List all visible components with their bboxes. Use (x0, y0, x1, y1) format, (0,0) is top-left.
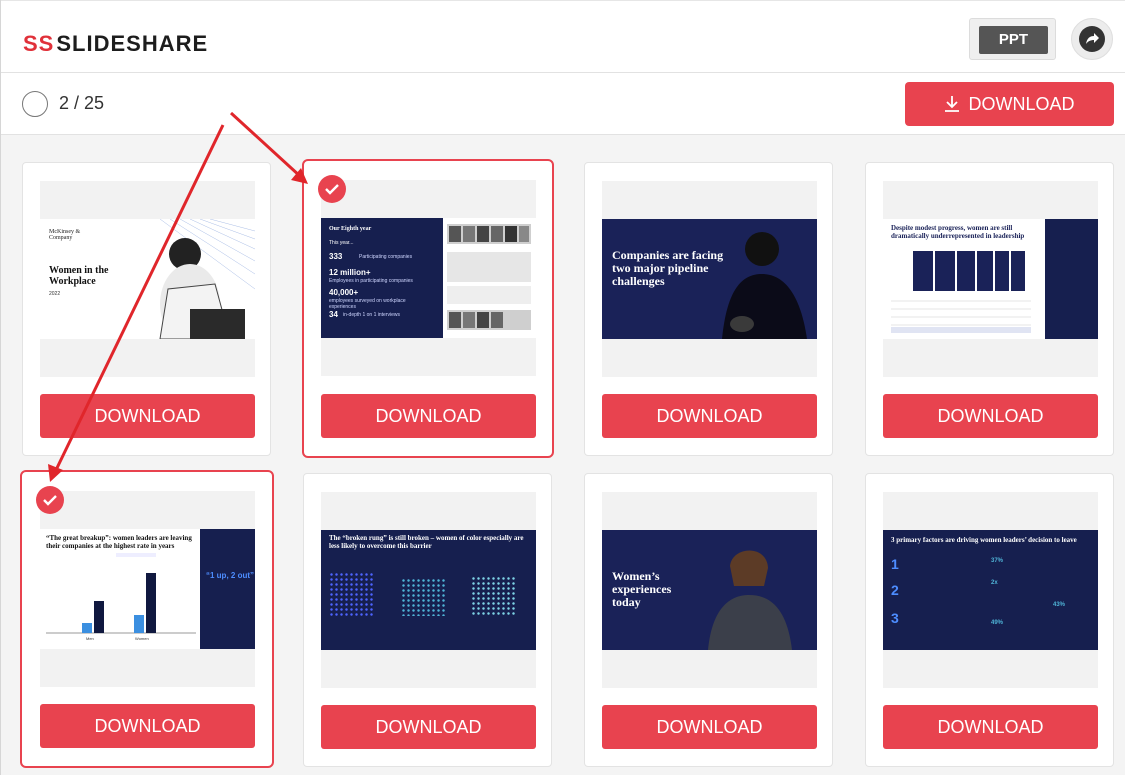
slide-thumbnail[interactable]: The “broken rung” is still broken – wome… (321, 492, 536, 688)
percent-3: 43% (1053, 602, 1066, 608)
slide-title: Women’s experiences today (612, 569, 672, 609)
factor-number-1: 1 (891, 556, 899, 572)
dot-grid-2 (401, 578, 447, 616)
top-header: SS SLIDESHARE PPT (1, 0, 1125, 73)
slide-heading: Our Eighth year (329, 226, 372, 232)
slide-card-3[interactable]: Companies are facing two major pipeline … (584, 162, 833, 456)
ppt-format-button[interactable]: PPT (969, 18, 1056, 60)
slide-preview: The “broken rung” is still broken – wome… (321, 530, 536, 650)
slide-thumbnail[interactable]: “The great breakup”: women leaders are l… (40, 491, 255, 687)
download-button[interactable]: DOWNLOAD (883, 705, 1098, 749)
slide-title: 3 primary factors are driving women lead… (891, 536, 1077, 544)
stat-1-text: Participating companies (359, 254, 413, 260)
slide-preview: Despite modest progress, women are still… (883, 219, 1098, 339)
slide-thumbnail[interactable]: Our Eighth year This year... 333 Partici… (321, 180, 536, 376)
stat-3-text: employees surveyed on workplace experien… (329, 298, 406, 310)
slide-thumbnail[interactable]: McKinsey & Company Women in the Workplac… (40, 181, 255, 377)
stat-1-value: 333 (329, 252, 343, 261)
stat-2-text: Employees in participating companies (329, 278, 413, 284)
slide-preview: Companies are facing two major pipeline … (602, 219, 817, 339)
slide-thumbnail[interactable]: Companies are facing two major pipeline … (602, 181, 817, 377)
slide-preview: “The great breakup”: women leaders are l… (40, 529, 255, 649)
slide-year: 2022 (49, 291, 61, 297)
percent-2: 2x (991, 580, 998, 586)
participant-photos (447, 224, 531, 330)
slide-title: “The great breakup”: women leaders are l… (46, 534, 192, 550)
download-button[interactable]: DOWNLOAD (321, 705, 536, 749)
selected-check-icon[interactable] (318, 175, 346, 203)
selection-toolbar: 2 / 25 DOWNLOAD (1, 73, 1125, 135)
slide-card-1[interactable]: McKinsey & Company Women in the Workplac… (22, 162, 271, 456)
download-button[interactable]: DOWNLOAD (321, 394, 536, 438)
download-button[interactable]: DOWNLOAD (602, 705, 817, 749)
slide-preview: McKinsey & Company Women in the Workplac… (40, 219, 255, 339)
selection-counter: 2 / 25 (59, 93, 105, 113)
stat-4-text: in-depth 1 on 1 interviews (343, 312, 400, 318)
callout: “1 up, 2 out” (206, 571, 254, 580)
slide-card-2[interactable]: Our Eighth year This year... 333 Partici… (302, 159, 554, 458)
download-button[interactable]: DOWNLOAD (40, 704, 255, 748)
download-selected-button[interactable]: DOWNLOAD (905, 82, 1114, 126)
slide-card-4[interactable]: Despite modest progress, women are still… (865, 162, 1114, 456)
stat-3-value: 40,000+ (329, 288, 359, 297)
percent-1: 37% (991, 558, 1004, 564)
slide-title: Companies are facing two major pipeline … (612, 248, 724, 288)
slide-thumbnail[interactable]: Despite modest progress, women are still… (883, 181, 1098, 377)
stat-2-value: 12 million+ (329, 268, 371, 277)
selected-check-icon[interactable] (36, 486, 64, 514)
factor-number-3: 3 (891, 610, 899, 626)
select-all-checkbox[interactable] (22, 91, 48, 117)
pipeline-table-graphic (891, 251, 1031, 333)
download-icon (945, 96, 960, 112)
factor-number-2: 2 (891, 582, 899, 598)
slide-title: Despite modest progress, women are still… (891, 224, 1025, 240)
slide-preview: Women’s experiences today (602, 530, 817, 650)
slide-preview: 3 primary factors are driving women lead… (883, 530, 1098, 650)
slide-preview: Our Eighth year This year... 333 Partici… (321, 218, 536, 338)
slide-title: Women in the Workplace (49, 265, 109, 287)
stat-4-value: 34 (329, 310, 338, 319)
slideshare-logo[interactable]: SS SLIDESHARE (23, 31, 208, 57)
slide-thumbnail[interactable]: Women’s experiences today (602, 492, 817, 688)
slide-card-6[interactable]: The “broken rung” is still broken – wome… (303, 473, 552, 767)
download-selected-label: DOWNLOAD (968, 93, 1075, 114)
slideshare-download-page: SS SLIDESHARE PPT 2 / 25 DOWNLOAD McKins… (0, 0, 1125, 775)
slide-thumbnail[interactable]: 3 primary factors are driving women lead… (883, 492, 1098, 688)
slide-card-8[interactable]: 3 primary factors are driving women lead… (865, 473, 1114, 767)
slide-sub: This year... (329, 240, 354, 246)
slide-card-5[interactable]: “The great breakup”: women leaders are l… (20, 470, 274, 768)
share-icon (1079, 26, 1105, 52)
ppt-label: PPT (979, 26, 1048, 54)
brand-label: McKinsey & Company (49, 229, 81, 241)
logo-mark: SS (23, 31, 55, 56)
slide-title: The “broken rung” is still broken – wome… (329, 534, 524, 550)
dot-grid-3 (471, 576, 517, 616)
share-button[interactable] (1071, 18, 1113, 60)
category-women: Women (135, 636, 149, 641)
dot-grid-1 (329, 572, 375, 616)
download-button[interactable]: DOWNLOAD (40, 394, 255, 438)
download-button[interactable]: DOWNLOAD (883, 394, 1098, 438)
logo-text: SLIDESHARE (56, 31, 209, 56)
attrition-bar-chart (46, 553, 196, 634)
download-button[interactable]: DOWNLOAD (602, 394, 817, 438)
slide-card-7[interactable]: Women’s experiences today DOWNLOAD (584, 473, 833, 767)
category-men: Men (86, 636, 94, 641)
percent-4: 49% (991, 620, 1004, 626)
